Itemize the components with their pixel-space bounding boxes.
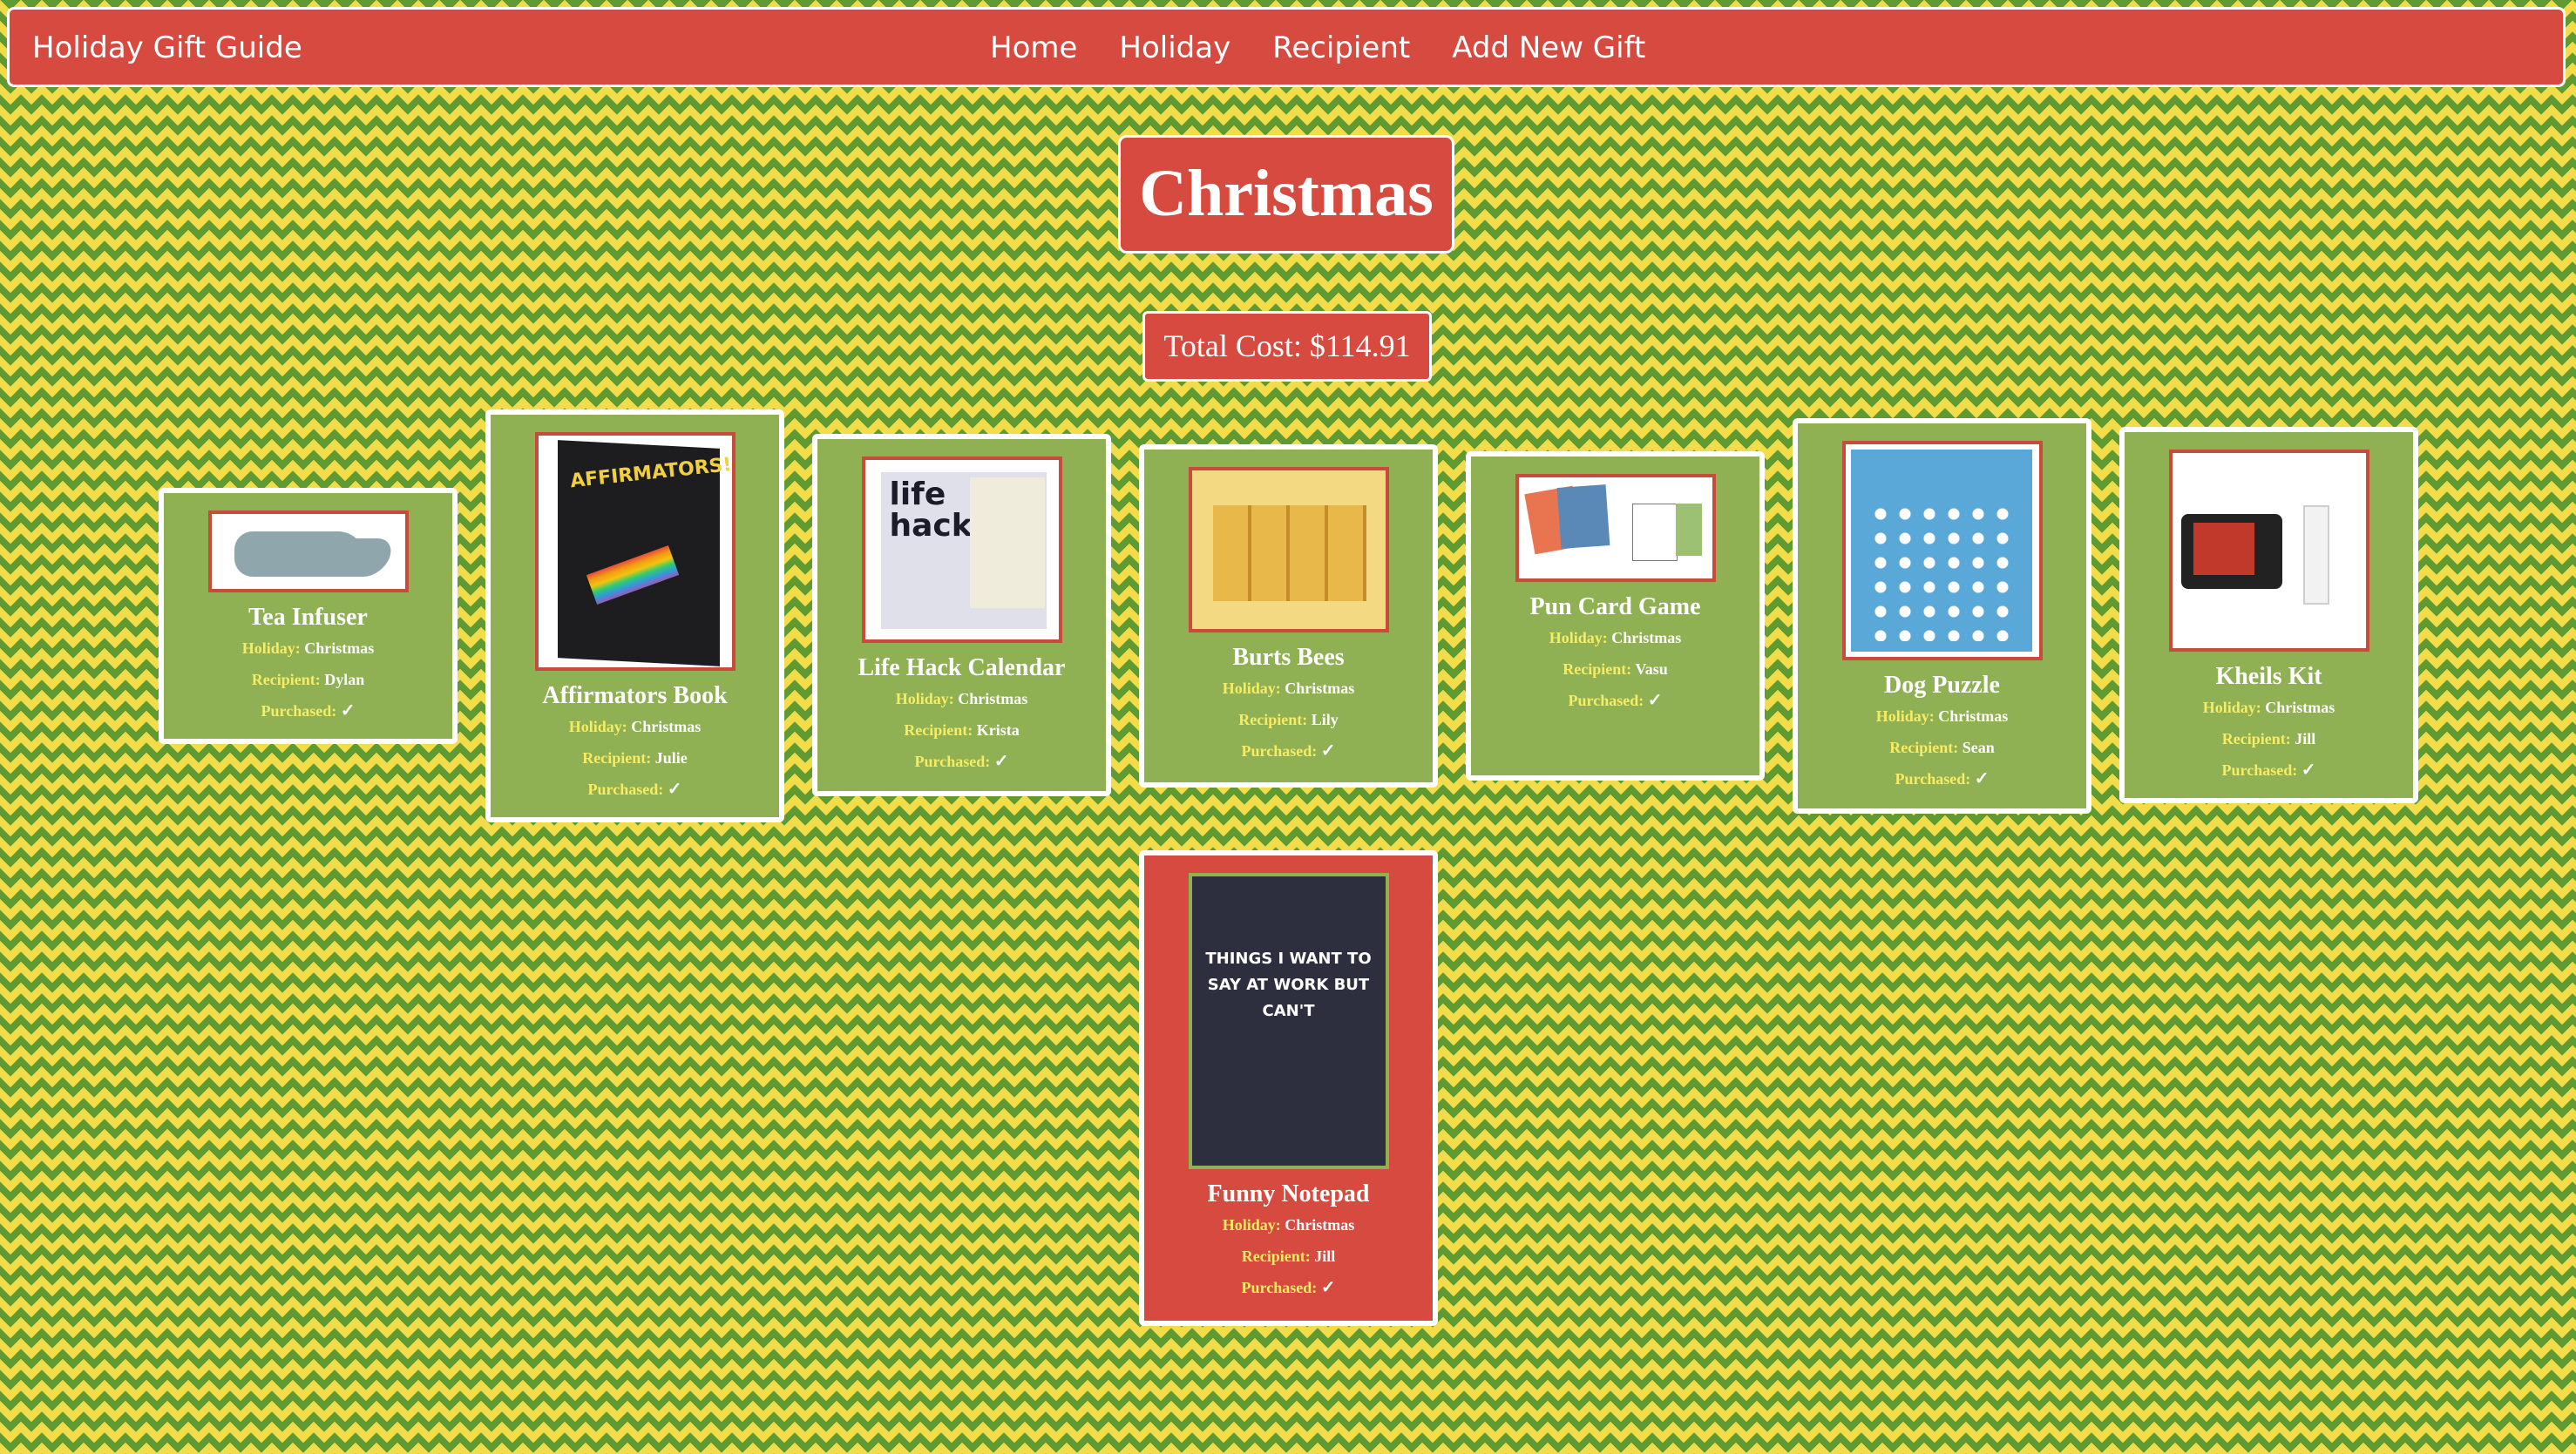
nav-add-new-gift-link[interactable]: Add New Gift	[1452, 30, 1645, 65]
gift-purchased: Purchased: ✓	[261, 701, 356, 720]
gift-purchased: Purchased: ✓	[914, 752, 1009, 771]
gift-image-burts-bees[interactable]	[1188, 467, 1389, 632]
gift-recipient: Recipient: Sean	[1889, 739, 1995, 756]
gift-recipient: Recipient: Lily	[1238, 711, 1339, 728]
gift-card-kheils-kit[interactable]: Kheils Kit Holiday: Christmas Recipient:…	[2119, 427, 2418, 803]
gift-recipient: Recipient: Jill	[2221, 730, 2316, 747]
check-icon: ✓	[2301, 761, 2316, 780]
gift-recipient: Recipient: Dylan	[251, 671, 365, 688]
gift-image-dog-puzzle[interactable]	[1841, 441, 2043, 660]
gift-name: Burts Bees	[1232, 644, 1345, 671]
gift-recipient: Recipient: Jill	[1241, 1248, 1336, 1265]
gift-card-life-hack-calendar[interactable]: life hacks Life Hack Calendar Holiday: C…	[812, 434, 1111, 796]
gift-name: Kheils Kit	[2215, 663, 2322, 690]
gift-holiday: Holiday: Christmas	[1875, 707, 2009, 725]
check-icon: ✓	[1320, 1278, 1336, 1297]
gift-image-tea-infuser[interactable]	[207, 511, 409, 592]
nav-home-link[interactable]: Home	[990, 30, 1077, 65]
gift-name: Dog Puzzle	[1884, 672, 2000, 699]
gift-holiday: Holiday: Christmas	[241, 639, 375, 657]
gift-recipient: Recipient: Julie	[582, 749, 688, 767]
gift-recipient: Recipient: Krista	[904, 721, 1020, 739]
gift-purchased: Purchased: ✓	[587, 780, 682, 799]
brand-link[interactable]: Holiday Gift Guide	[32, 30, 302, 65]
gift-image-affirmators-book[interactable]: AFFIRMATORS!	[534, 432, 736, 671]
check-icon: ✓	[1647, 691, 1663, 710]
gift-holiday: Holiday: Christmas	[895, 690, 1028, 707]
gift-card-pun-card-game[interactable]: Pun Card Game Holiday: Christmas Recipie…	[1466, 451, 1765, 781]
check-icon: ✓	[340, 701, 356, 720]
page-title: Christmas	[1118, 135, 1454, 254]
gift-holiday: Holiday: Christmas	[2202, 699, 2335, 716]
gift-name: Affirmators Book	[542, 682, 728, 709]
nav-holiday-link[interactable]: Holiday	[1119, 30, 1230, 65]
gift-name: Pun Card Game	[1529, 593, 1701, 620]
nav-recipient-link[interactable]: Recipient	[1272, 30, 1410, 65]
gift-name: Funny Notepad	[1207, 1180, 1370, 1207]
gift-card-tea-infuser[interactable]: Tea Infuser Holiday: Christmas Recipient…	[159, 488, 458, 744]
gift-purchased: Purchased: ✓	[1241, 741, 1336, 761]
gift-purchased: Purchased: ✓	[1241, 1278, 1336, 1297]
check-icon: ✓	[1974, 769, 1990, 788]
gift-purchased: Purchased: ✓	[1568, 691, 1663, 710]
gift-image-funny-notepad[interactable]: THINGS I WANT TO SAY AT WORK BUT CAN'T	[1188, 873, 1389, 1169]
gift-card-affirmators-book[interactable]: AFFIRMATORS! Affirmators Book Holiday: C…	[485, 409, 784, 822]
gift-image-life-hack-calendar[interactable]: life hacks	[861, 456, 1062, 643]
check-icon: ✓	[993, 752, 1009, 771]
gift-holiday: Holiday: Christmas	[1222, 680, 1355, 697]
total-cost: Total Cost: $114.91	[1142, 311, 1432, 382]
nav-links: Home Holiday Recipient Add New Gift	[990, 30, 1645, 65]
gift-purchased: Purchased: ✓	[2221, 761, 2316, 780]
navbar: Holiday Gift Guide Home Holiday Recipien…	[7, 7, 2566, 87]
gift-card-dog-puzzle[interactable]: Dog Puzzle Holiday: Christmas Recipient:…	[1793, 418, 2091, 814]
gift-holiday: Holiday: Christmas	[1222, 1216, 1355, 1234]
gift-card-burts-bees[interactable]: Burts Bees Holiday: Christmas Recipient:…	[1139, 444, 1438, 788]
check-icon: ✓	[667, 780, 682, 799]
gift-name: Tea Infuser	[248, 604, 368, 631]
gift-card-funny-notepad[interactable]: THINGS I WANT TO SAY AT WORK BUT CAN'T F…	[1139, 850, 1438, 1326]
gift-purchased: Purchased: ✓	[1895, 769, 1990, 788]
gift-image-kheils-kit[interactable]	[2168, 450, 2369, 652]
gift-holiday: Holiday: Christmas	[568, 718, 702, 735]
gift-image-pun-card-game[interactable]	[1515, 474, 1716, 582]
gift-recipient: Recipient: Vasu	[1563, 660, 1668, 678]
gift-holiday: Holiday: Christmas	[1549, 629, 1682, 646]
check-icon: ✓	[1320, 741, 1336, 761]
gift-name: Life Hack Calendar	[858, 654, 1066, 681]
